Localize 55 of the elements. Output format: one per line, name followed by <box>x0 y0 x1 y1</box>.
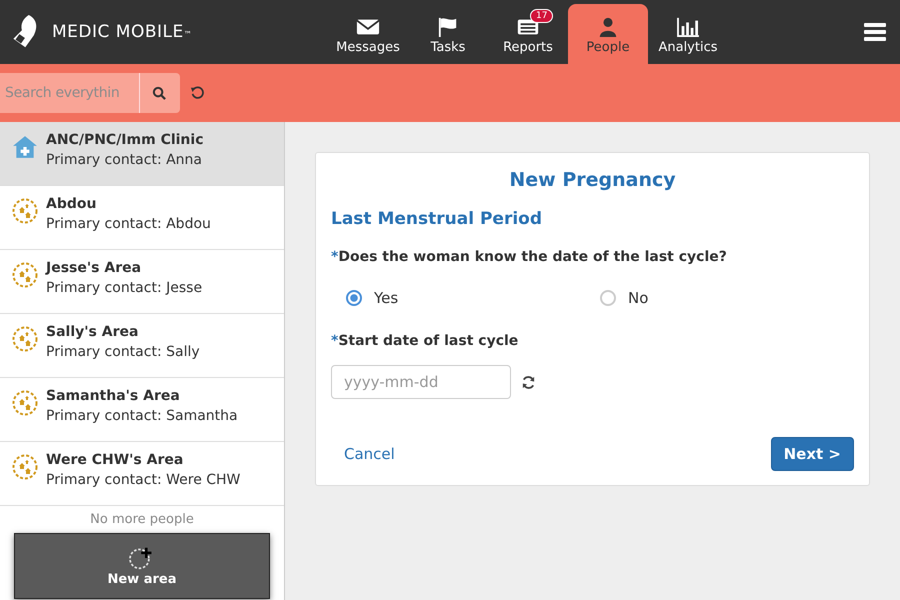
notification-count: 17 <box>530 9 554 23</box>
next-button[interactable]: Next > <box>770 437 854 471</box>
reset-icon[interactable] <box>190 86 204 100</box>
required-mark: * <box>331 249 338 265</box>
contact-name: Sally's Area <box>46 324 140 340</box>
drag-label: New area <box>107 572 176 586</box>
primary-contact: Primary contact: Anna <box>46 152 204 168</box>
search-icon[interactable] <box>152 86 167 100</box>
primary-contact: Primary contact: Were CHW <box>46 472 240 488</box>
question-label: Does the woman know the date of the last cycle? <box>338 249 727 265</box>
contact-list-item[interactable]: Sally's Area Primary contact: Sally <box>0 314 284 378</box>
area-icon <box>12 262 38 288</box>
radio-button[interactable] <box>346 290 362 306</box>
contact-list-item[interactable]: Jesse's Area Primary contact: Jesse <box>0 250 284 314</box>
bar-chart-icon <box>676 17 700 37</box>
contact-name: Jesse's Area <box>46 260 142 276</box>
envelope-icon <box>356 17 380 37</box>
area-icon <box>12 454 38 480</box>
contact-name: Abdou <box>46 196 98 212</box>
primary-contact: Primary contact: Abdou <box>46 216 211 232</box>
nav-tab[interactable]: 17 Reports <box>488 4 568 64</box>
contact-list-item[interactable]: Abdou Primary contact: Abdou <box>0 186 284 250</box>
contact-list-item[interactable]: Samantha's Area Primary contact: Samantha <box>0 378 284 442</box>
primary-contact: Primary contact: Jesse <box>46 280 202 296</box>
nav-tab[interactable]: People <box>568 4 648 64</box>
date-input[interactable]: yyyy-mm-dd <box>331 365 511 399</box>
contact-list-item[interactable]: ANC/PNC/Imm Clinic Primary contact: Anna <box>0 122 284 186</box>
radio-button[interactable] <box>600 290 616 306</box>
trademark: ™ <box>184 30 192 39</box>
required-mark: * <box>331 333 338 349</box>
option-label[interactable]: Yes <box>374 289 398 307</box>
search-field[interactable]: Search everythin <box>0 73 180 113</box>
option-label[interactable]: No <box>628 289 648 307</box>
area-icon <box>12 198 38 224</box>
end-of-list-text: No more people <box>90 512 194 527</box>
refresh-icon[interactable] <box>521 374 536 390</box>
primary-contact: Primary contact: Samantha <box>46 408 238 424</box>
question-label: Start date of last cycle <box>338 333 518 349</box>
section-heading: Last Menstrual Period <box>331 209 544 229</box>
nav-tab[interactable]: Messages <box>328 4 408 64</box>
contact-name: ANC/PNC/Imm Clinic <box>46 132 204 148</box>
nav-tab[interactable]: Tasks <box>408 4 488 64</box>
brand-name: MEDIC MOBILE <box>52 22 184 42</box>
area-icon <box>12 326 38 352</box>
house-icon <box>12 134 38 160</box>
primary-contact: Primary contact: Sally <box>46 344 200 360</box>
cancel-link[interactable]: Cancel <box>344 445 395 463</box>
list-icon <box>516 17 540 37</box>
menu-icon[interactable] <box>864 23 886 41</box>
form-title: New Pregnancy <box>508 169 677 191</box>
contact-name: Samantha's Area <box>46 388 181 404</box>
area-icon <box>12 390 38 416</box>
contact-list-item[interactable]: Were CHW's Area Primary contact: Were CHW <box>0 442 284 506</box>
contact-name: Were CHW's Area <box>46 452 184 468</box>
nav-tab[interactable]: Analytics <box>648 4 728 64</box>
